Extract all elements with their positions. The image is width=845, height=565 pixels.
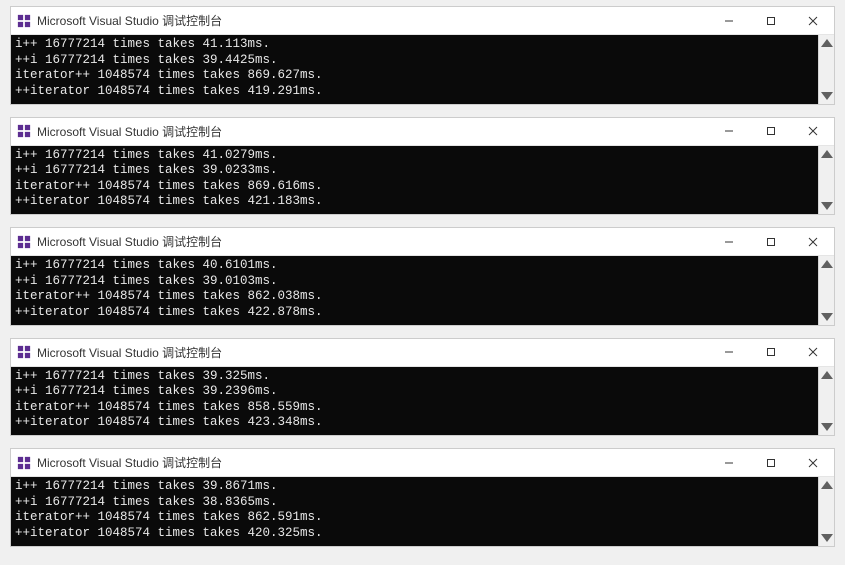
- console-line: ++i 16777214 times takes 39.0233ms.: [15, 163, 830, 179]
- console-line: ++i 16777214 times takes 38.8365ms.: [15, 495, 830, 511]
- titlebar[interactable]: Microsoft Visual Studio 调试控制台: [11, 339, 834, 367]
- console-window: Microsoft Visual Studio 调试控制台 i++ 167772…: [10, 227, 835, 326]
- scroll-up-icon[interactable]: [819, 146, 835, 162]
- scrollbar[interactable]: [818, 477, 834, 546]
- console-line: ++iterator 1048574 times takes 419.291ms…: [15, 84, 830, 100]
- console-lines: i++ 16777214 times takes 39.8671ms.++i 1…: [15, 479, 830, 542]
- window-controls: [708, 7, 834, 34]
- console-line: ++iterator 1048574 times takes 420.325ms…: [15, 526, 830, 542]
- minimize-button[interactable]: [708, 7, 750, 34]
- vs-icon: [17, 456, 31, 470]
- scrollbar[interactable]: [818, 35, 834, 104]
- console-line: ++i 16777214 times takes 39.0103ms.: [15, 274, 830, 290]
- close-button[interactable]: [792, 7, 834, 34]
- console-body[interactable]: i++ 16777214 times takes 39.8671ms.++i 1…: [11, 477, 834, 546]
- console-line: iterator++ 1048574 times takes 858.559ms…: [15, 400, 830, 416]
- console-line: i++ 16777214 times takes 41.0279ms.: [15, 148, 830, 164]
- console-lines: i++ 16777214 times takes 41.113ms.++i 16…: [15, 37, 830, 100]
- title-left: Microsoft Visual Studio 调试控制台: [17, 233, 222, 250]
- console-line: iterator++ 1048574 times takes 862.591ms…: [15, 510, 830, 526]
- console-line: ++iterator 1048574 times takes 421.183ms…: [15, 194, 830, 210]
- scroll-down-icon[interactable]: [819, 309, 835, 325]
- scroll-down-icon[interactable]: [819, 88, 835, 104]
- console-line: ++iterator 1048574 times takes 422.878ms…: [15, 305, 830, 321]
- console-line: i++ 16777214 times takes 40.6101ms.: [15, 258, 830, 274]
- titlebar[interactable]: Microsoft Visual Studio 调试控制台: [11, 118, 834, 146]
- window-title: Microsoft Visual Studio 调试控制台: [37, 454, 222, 471]
- maximize-button[interactable]: [750, 228, 792, 255]
- scroll-down-icon[interactable]: [819, 530, 835, 546]
- title-left: Microsoft Visual Studio 调试控制台: [17, 344, 222, 361]
- console-body[interactable]: i++ 16777214 times takes 40.6101ms.++i 1…: [11, 256, 834, 325]
- console-lines: i++ 16777214 times takes 39.325ms.++i 16…: [15, 369, 830, 432]
- console-line: ++i 16777214 times takes 39.4425ms.: [15, 53, 830, 69]
- console-window: Microsoft Visual Studio 调试控制台 i++ 167772…: [10, 338, 835, 437]
- console-body[interactable]: i++ 16777214 times takes 41.113ms.++i 16…: [11, 35, 834, 104]
- console-line: ++i 16777214 times takes 39.2396ms.: [15, 384, 830, 400]
- console-body[interactable]: i++ 16777214 times takes 41.0279ms.++i 1…: [11, 146, 834, 215]
- vs-icon: [17, 235, 31, 249]
- scroll-up-icon[interactable]: [819, 35, 835, 51]
- close-button[interactable]: [792, 449, 834, 476]
- vs-icon: [17, 345, 31, 359]
- window-title: Microsoft Visual Studio 调试控制台: [37, 123, 222, 140]
- title-left: Microsoft Visual Studio 调试控制台: [17, 123, 222, 140]
- console-window: Microsoft Visual Studio 调试控制台 i++ 167772…: [10, 117, 835, 216]
- titlebar[interactable]: Microsoft Visual Studio 调试控制台: [11, 7, 834, 35]
- scrollbar[interactable]: [818, 367, 834, 436]
- minimize-button[interactable]: [708, 449, 750, 476]
- window-controls: [708, 339, 834, 366]
- window-title: Microsoft Visual Studio 调试控制台: [37, 12, 222, 29]
- console-line: iterator++ 1048574 times takes 869.616ms…: [15, 179, 830, 195]
- close-button[interactable]: [792, 339, 834, 366]
- vs-icon: [17, 124, 31, 138]
- maximize-button[interactable]: [750, 7, 792, 34]
- console-line: i++ 16777214 times takes 39.8671ms.: [15, 479, 830, 495]
- title-left: Microsoft Visual Studio 调试控制台: [17, 454, 222, 471]
- console-lines: i++ 16777214 times takes 41.0279ms.++i 1…: [15, 148, 830, 211]
- console-lines: i++ 16777214 times takes 40.6101ms.++i 1…: [15, 258, 830, 321]
- console-line: iterator++ 1048574 times takes 862.038ms…: [15, 289, 830, 305]
- console-line: iterator++ 1048574 times takes 869.627ms…: [15, 68, 830, 84]
- minimize-button[interactable]: [708, 228, 750, 255]
- scroll-up-icon[interactable]: [819, 367, 835, 383]
- minimize-button[interactable]: [708, 118, 750, 145]
- console-line: i++ 16777214 times takes 41.113ms.: [15, 37, 830, 53]
- close-button[interactable]: [792, 118, 834, 145]
- title-left: Microsoft Visual Studio 调试控制台: [17, 12, 222, 29]
- titlebar[interactable]: Microsoft Visual Studio 调试控制台: [11, 228, 834, 256]
- maximize-button[interactable]: [750, 339, 792, 366]
- scroll-down-icon[interactable]: [819, 198, 835, 214]
- window-controls: [708, 228, 834, 255]
- window-title: Microsoft Visual Studio 调试控制台: [37, 233, 222, 250]
- window-controls: [708, 118, 834, 145]
- minimize-button[interactable]: [708, 339, 750, 366]
- vs-icon: [17, 14, 31, 28]
- maximize-button[interactable]: [750, 118, 792, 145]
- window-title: Microsoft Visual Studio 调试控制台: [37, 344, 222, 361]
- scroll-up-icon[interactable]: [819, 477, 835, 493]
- scrollbar[interactable]: [818, 146, 834, 215]
- scrollbar[interactable]: [818, 256, 834, 325]
- window-controls: [708, 449, 834, 476]
- titlebar[interactable]: Microsoft Visual Studio 调试控制台: [11, 449, 834, 477]
- console-body[interactable]: i++ 16777214 times takes 39.325ms.++i 16…: [11, 367, 834, 436]
- console-window: Microsoft Visual Studio 调试控制台 i++ 167772…: [10, 6, 835, 105]
- console-line: i++ 16777214 times takes 39.325ms.: [15, 369, 830, 385]
- console-window: Microsoft Visual Studio 调试控制台 i++ 167772…: [10, 448, 835, 547]
- close-button[interactable]: [792, 228, 834, 255]
- console-line: ++iterator 1048574 times takes 423.348ms…: [15, 415, 830, 431]
- scroll-down-icon[interactable]: [819, 419, 835, 435]
- maximize-button[interactable]: [750, 449, 792, 476]
- scroll-up-icon[interactable]: [819, 256, 835, 272]
